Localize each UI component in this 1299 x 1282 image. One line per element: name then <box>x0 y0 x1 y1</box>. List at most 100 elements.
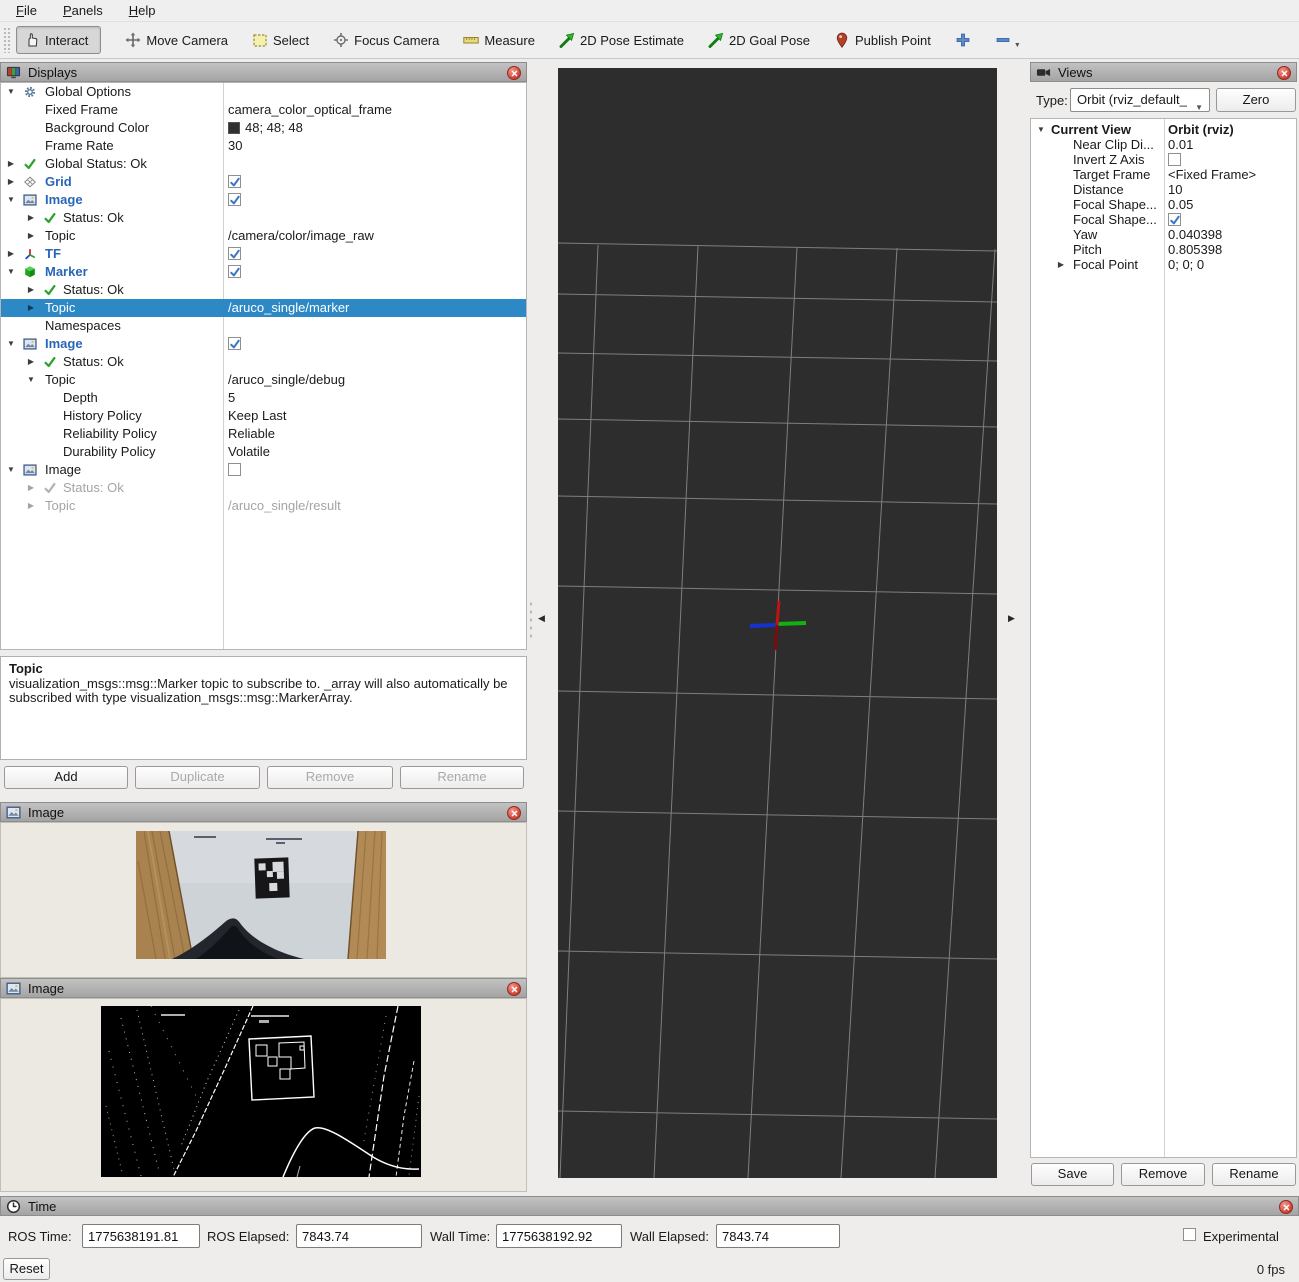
views-row-yaw[interactable]: Yaw 0.040398 <box>1031 227 1296 242</box>
expand-arrow[interactable]: ▶ <box>25 227 37 245</box>
expand-arrow[interactable]: ▼ <box>5 83 17 101</box>
tree-row-reliability-policy[interactable]: Reliability Policy Reliable <box>1 425 526 443</box>
focus-camera-tool-button[interactable]: Focus Camera <box>333 32 439 48</box>
close-icon[interactable] <box>507 982 521 996</box>
views-row-focal-shape-fixed[interactable]: Focal Shape... <box>1031 212 1296 227</box>
menu-file[interactable]: File <box>10 1 43 20</box>
column-separator[interactable] <box>1164 119 1165 1157</box>
tree-row-topic-selected[interactable]: ▶ Topic /aruco_single/marker <box>1 299 526 317</box>
checkbox-checked[interactable] <box>228 175 241 188</box>
tree-row-grid[interactable]: ▶ Grid <box>1 173 526 191</box>
tree-row-status[interactable]: ▶ Status: Ok <box>1 281 526 299</box>
views-row-focal-point[interactable]: ▶ Focal Point 0; 0; 0 <box>1031 257 1296 272</box>
views-row-pitch[interactable]: Pitch 0.805398 <box>1031 242 1296 257</box>
checkbox-unchecked[interactable] <box>228 463 241 476</box>
views-row-distance[interactable]: Distance 10 <box>1031 182 1296 197</box>
expand-arrow[interactable]: ▼ <box>25 371 37 389</box>
collapse-right-icon[interactable]: ▶ <box>1008 613 1015 624</box>
views-row-invert-z[interactable]: Invert Z Axis <box>1031 152 1296 167</box>
expand-arrow[interactable]: ▶ <box>25 281 37 299</box>
image-panel-titlebar[interactable]: Image <box>0 978 527 998</box>
splitter-handle[interactable] <box>529 600 534 640</box>
tree-row-background-color[interactable]: Background Color 48; 48; 48 <box>1 119 526 137</box>
tree-row-global-status[interactable]: ▶ Global Status: Ok <box>1 155 526 173</box>
interact-tool-button[interactable]: Interact <box>16 26 101 54</box>
tree-row-topic[interactable]: ▶ Topic /camera/color/image_raw <box>1 227 526 245</box>
views-row-near-clip[interactable]: Near Clip Di... 0.01 <box>1031 137 1296 152</box>
save-button[interactable]: Save <box>1031 1163 1114 1186</box>
duplicate-button[interactable]: Duplicate <box>135 766 260 789</box>
menu-help[interactable]: Help <box>123 1 162 20</box>
expand-arrow[interactable]: ▼ <box>1035 122 1047 137</box>
checkbox-unchecked[interactable] <box>1168 153 1181 166</box>
tree-row-fixed-frame[interactable]: Fixed Frame camera_color_optical_frame <box>1 101 526 119</box>
row-value[interactable]: <Fixed Frame> <box>1168 167 1256 182</box>
row-value[interactable]: 0.05 <box>1168 197 1193 212</box>
expand-arrow[interactable]: ▶ <box>25 353 37 371</box>
tree-row-topic-debug[interactable]: ▼ Topic /aruco_single/debug <box>1 371 526 389</box>
tree-row-tf[interactable]: ▶ TF <box>1 245 526 263</box>
row-value[interactable]: /aruco_single/marker <box>228 299 349 317</box>
pose-estimate-tool-button[interactable]: 2D Pose Estimate <box>559 32 684 48</box>
tree-row-image1[interactable]: ▼ Image <box>1 191 526 209</box>
add-tool-button[interactable] <box>955 32 971 48</box>
image-panel-titlebar[interactable]: Image <box>0 802 527 822</box>
tree-row-frame-rate[interactable]: Frame Rate 30 <box>1 137 526 155</box>
views-row-target-frame[interactable]: Target Frame <Fixed Frame> <box>1031 167 1296 182</box>
views-remove-button[interactable]: Remove <box>1121 1163 1205 1186</box>
ros-time-input[interactable] <box>82 1224 200 1248</box>
tree-row-image2[interactable]: ▼ Image <box>1 335 526 353</box>
experimental-checkbox[interactable] <box>1183 1228 1196 1241</box>
views-rename-button[interactable]: Rename <box>1212 1163 1296 1186</box>
measure-tool-button[interactable]: Measure <box>463 32 535 48</box>
expand-arrow[interactable]: ▶ <box>25 479 37 497</box>
move-camera-tool-button[interactable]: Move Camera <box>125 32 228 48</box>
row-value[interactable]: 30 <box>228 137 242 155</box>
tree-row-status-disabled[interactable]: ▶ Status: Ok <box>1 479 526 497</box>
tree-row-marker[interactable]: ▼ Marker <box>1 263 526 281</box>
remove-button[interactable]: Remove <box>267 766 393 789</box>
row-value[interactable]: /aruco_single/debug <box>228 371 345 389</box>
row-value[interactable]: 0; 0; 0 <box>1168 257 1204 272</box>
checkbox-checked[interactable] <box>228 265 241 278</box>
checkbox-checked[interactable] <box>228 247 241 260</box>
ros-elapsed-input[interactable] <box>296 1224 422 1248</box>
displays-titlebar[interactable]: Displays <box>0 62 527 82</box>
expand-arrow[interactable]: ▼ <box>5 461 17 479</box>
expand-arrow[interactable]: ▶ <box>5 173 17 191</box>
publish-point-tool-button[interactable]: Publish Point <box>834 32 931 48</box>
wall-elapsed-input[interactable] <box>716 1224 840 1248</box>
view-type-dropdown[interactable]: Orbit (rviz_default_ ▼ <box>1070 88 1210 112</box>
row-value[interactable]: Keep Last <box>228 407 287 425</box>
row-value[interactable]: Reliable <box>228 425 275 443</box>
checkbox-checked[interactable] <box>1168 213 1181 226</box>
expand-arrow[interactable]: ▶ <box>1055 257 1067 272</box>
row-value[interactable]: 5 <box>228 389 235 407</box>
collapse-left-icon[interactable]: ◀ <box>538 613 545 624</box>
reset-button[interactable]: Reset <box>3 1258 50 1280</box>
checkbox-checked[interactable] <box>228 337 241 350</box>
toolbar-drag-handle[interactable] <box>3 27 10 53</box>
goal-pose-tool-button[interactable]: 2D Goal Pose <box>708 32 810 48</box>
tree-row-status[interactable]: ▶ Status: Ok <box>1 209 526 227</box>
expand-arrow[interactable]: ▼ <box>5 335 17 353</box>
expand-arrow[interactable]: ▶ <box>25 497 37 515</box>
row-value[interactable]: camera_color_optical_frame <box>228 101 392 119</box>
row-value[interactable]: 48; 48; 48 <box>228 119 303 137</box>
close-icon[interactable] <box>507 66 521 80</box>
row-value[interactable]: 0.01 <box>1168 137 1193 152</box>
close-icon[interactable] <box>1277 66 1291 80</box>
checkbox-checked[interactable] <box>228 193 241 206</box>
expand-arrow[interactable]: ▼ <box>5 191 17 209</box>
rename-button[interactable]: Rename <box>400 766 524 789</box>
tree-row-namespaces[interactable]: Namespaces <box>1 317 526 335</box>
views-row-focal-shape-size[interactable]: Focal Shape... 0.05 <box>1031 197 1296 212</box>
remove-tool-button[interactable]: ▼ <box>995 32 1021 49</box>
tree-row-image3[interactable]: ▼ Image <box>1 461 526 479</box>
zero-button[interactable]: Zero <box>1216 88 1296 112</box>
close-icon[interactable] <box>1279 1200 1293 1214</box>
render-viewport[interactable] <box>558 68 997 1178</box>
wall-time-input[interactable] <box>496 1224 622 1248</box>
tree-row-topic-disabled[interactable]: ▶ Topic /aruco_single/result <box>1 497 526 515</box>
row-value[interactable]: /aruco_single/result <box>228 497 341 515</box>
